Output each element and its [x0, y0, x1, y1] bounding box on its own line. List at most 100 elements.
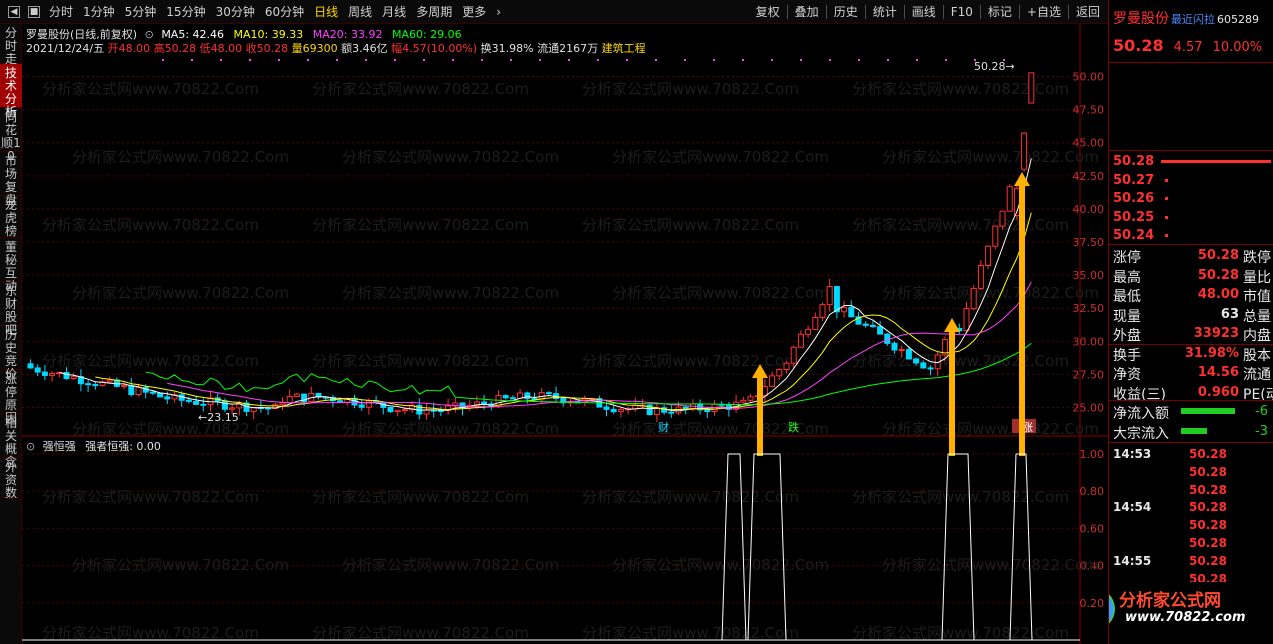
candle-body	[149, 391, 156, 394]
toolbar-button-5[interactable]: F10	[946, 4, 978, 20]
watermark-text: 分析家公式网www.70822.Com	[342, 148, 559, 166]
toolbar-button-1[interactable]: 叠加	[790, 4, 824, 20]
top-marker-dot	[655, 59, 657, 61]
left-tab-0[interactable]: 分时走势	[0, 24, 22, 79]
tick-time-0: 14:53	[1113, 447, 1152, 461]
toolbar-button-8[interactable]: 返回	[1071, 4, 1105, 20]
period-tab-5[interactable]: 60分钟	[260, 4, 309, 20]
flow-bar	[1181, 408, 1235, 414]
candle-body	[164, 396, 171, 400]
sector-value[interactable]: 建筑工程	[602, 42, 646, 55]
price-axis-label: 30.00	[1073, 335, 1105, 348]
kline-chart-area[interactable]: 50.00 47.50 45.00 42.50 40.00 37.50 35.00 32.50…	[22, 24, 1108, 644]
candle-body	[812, 316, 819, 330]
candle-body	[200, 403, 207, 406]
candle-body	[135, 387, 142, 395]
top-marker-dot	[510, 59, 512, 61]
watermark-text: 分析家公式网www.70822.Com	[582, 352, 799, 370]
candle-body	[927, 367, 934, 370]
price-axis-label: 25.00	[1073, 402, 1105, 415]
period-tab-7[interactable]: 周线	[343, 4, 377, 20]
left-tab-4[interactable]: 龙虎榜	[0, 196, 22, 238]
indicator-spike	[1009, 453, 1033, 641]
period-tab-3[interactable]: 15分钟	[161, 4, 210, 20]
high-label: 高	[153, 42, 165, 55]
watermark-text: 分析家公式网www.70822.Com	[42, 80, 259, 98]
bid-level-2[interactable]: 50.26	[1113, 190, 1154, 208]
candle-body	[761, 386, 768, 397]
left-tab-8[interactable]: 涨停原因	[0, 370, 22, 425]
left-tab-3[interactable]: 市场复盘	[0, 152, 22, 207]
left-tab-6[interactable]: 东财股吧	[0, 282, 22, 337]
bid-level-4[interactable]: 50.24	[1113, 227, 1154, 245]
period-tab-8[interactable]: 月线	[377, 4, 411, 20]
watermark-text: 分析家公式网www.70822.Com	[882, 284, 1099, 302]
left-tab-10[interactable]: 外资数	[0, 458, 22, 500]
stat-value-6: 14.56	[1197, 365, 1239, 380]
left-tab-7[interactable]: 历史竞价	[0, 326, 22, 381]
marker-cai[interactable]: 财	[658, 420, 669, 434]
candle-body	[668, 411, 675, 414]
low-value: 48.00	[210, 42, 243, 55]
top-marker-dot	[771, 59, 773, 61]
toolbar-button-6[interactable]: 标记	[983, 4, 1017, 20]
quote-date: 2021/12/24/五	[26, 42, 105, 55]
square-icon[interactable]: ■	[28, 6, 40, 18]
candle-body	[157, 392, 164, 398]
candle-body	[293, 393, 300, 398]
toolbar-button-2[interactable]: 历史	[829, 4, 863, 20]
bid-level-3[interactable]: 50.25	[1113, 209, 1154, 227]
period-tab-2[interactable]: 5分钟	[120, 4, 162, 20]
indicator-name[interactable]: 强恒强	[43, 440, 76, 453]
left-tab-2[interactable]: 同花顺10	[0, 108, 22, 163]
marker-die[interactable]: 跌	[788, 420, 799, 434]
top-marker-dot	[1003, 59, 1005, 61]
left-tab-9[interactable]: 相关概念	[0, 414, 22, 469]
candle-body	[898, 349, 905, 352]
candle-body	[358, 404, 365, 408]
period-tab-9[interactable]: 多周期	[411, 4, 457, 20]
candle-body	[790, 346, 797, 364]
toolbar-button-3[interactable]: 统计	[868, 4, 902, 20]
toolbar-button-7[interactable]: +自选	[1022, 4, 1066, 20]
stat-value-2: 48.00	[1197, 287, 1239, 302]
top-marker-dot	[191, 59, 193, 61]
kline-svg[interactable]: 50.0047.5045.0042.5040.0037.5035.0032.50…	[22, 24, 1108, 644]
bid-level-1[interactable]: 50.27	[1113, 172, 1154, 190]
toolbar-separator	[864, 5, 866, 19]
bid-volume-bar	[1165, 234, 1168, 237]
top-marker-dot	[800, 59, 802, 61]
candle-body	[905, 349, 912, 360]
indicator-settings-icon[interactable]: ⊙	[26, 440, 35, 453]
bid-level-0[interactable]: 50.28	[1113, 153, 1154, 171]
back-arrow-icon[interactable]: ◀	[8, 6, 20, 18]
candle-body	[841, 307, 848, 313]
candle-body	[783, 362, 790, 371]
toolbar-button-0[interactable]: 复权	[751, 4, 785, 20]
top-marker-dot	[597, 59, 599, 61]
stat-label2-0: 跌停	[1243, 250, 1271, 266]
toolbar-button-4[interactable]: 画线	[907, 4, 941, 20]
candle-body	[92, 384, 99, 387]
tick-price-0: 50.28	[1189, 447, 1227, 461]
period-tab-0[interactable]: 分时	[44, 4, 78, 20]
left-tab-1[interactable]: 技术分析	[0, 64, 22, 119]
top-marker-dot	[713, 59, 715, 61]
indicator-axis-label: 1.00	[1080, 448, 1105, 461]
stock-header[interactable]: 罗曼股份 最近闪拉 605289	[1113, 8, 1259, 27]
stat-label2-2: 市值	[1243, 289, 1271, 305]
candle-body	[704, 409, 711, 413]
toolbar-separator	[903, 5, 905, 19]
bid-volume-bar	[1161, 160, 1271, 163]
left-tab-5[interactable]: 董秘互动	[0, 238, 22, 293]
period-tab-6[interactable]: 日线	[309, 4, 343, 20]
period-tab-4[interactable]: 30分钟	[211, 4, 260, 20]
stat-value-1: 50.28	[1197, 267, 1239, 283]
watermark-text: 分析家公式网www.70822.Com	[852, 352, 1069, 370]
watermark-text: 分析家公式网www.70822.Com	[342, 284, 559, 302]
chevron-right-icon[interactable]: ›	[491, 4, 506, 20]
price-axis-label: 50.00	[1073, 71, 1105, 84]
period-tab-10[interactable]: 更多	[457, 4, 491, 20]
stat-label-6: 净资	[1113, 367, 1141, 383]
period-tab-1[interactable]: 1分钟	[78, 4, 120, 20]
